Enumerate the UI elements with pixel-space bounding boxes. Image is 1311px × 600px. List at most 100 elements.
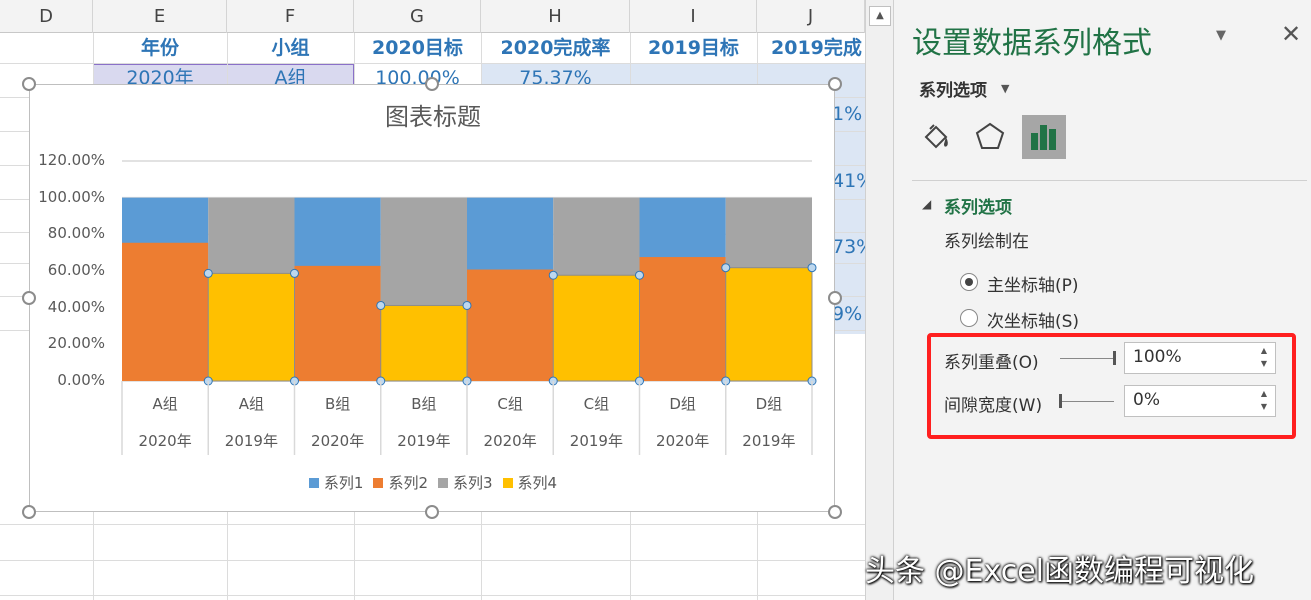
pentagon-icon [975,122,1005,149]
bar-系列2-2[interactable] [294,265,381,381]
bar-系列2-4[interactable] [467,269,554,381]
legend-item[interactable]: 系列1 [308,472,363,493]
x-category-label: B组 [324,395,351,413]
chart-object[interactable]: 图表标题 120.00% 100.00% 80.00% 60.00% 40.00% 20.… [29,84,835,512]
collapse-triangle-icon[interactable]: ◢ [922,197,931,211]
header-cell-2020-target[interactable]: 2020目标 [354,34,481,63]
x-year-label: 2019年 [397,432,451,450]
column-header-f[interactable]: F [227,0,354,33]
chart-legend[interactable]: 系列1 系列2 系列3 系列4 [30,472,836,493]
x-year-label: 2020年 [311,432,365,450]
radio-unchecked[interactable] [960,309,978,327]
series-options-menu[interactable]: 系列选项 [919,76,987,101]
gridline [0,524,865,525]
gridline [0,595,865,596]
x-year-label: 2019年 [742,432,796,450]
resize-handle[interactable] [22,505,36,519]
selection-handle[interactable] [290,268,299,278]
selection-handle[interactable] [548,270,558,280]
x-category-label: A组 [238,395,264,413]
radio-checked[interactable] [960,273,978,291]
section-title[interactable]: 系列选项 [944,193,1012,218]
x-year-label: 2019年 [569,432,623,450]
legend-swatch [502,478,513,488]
header-cell-year[interactable]: 年份 [93,34,227,63]
resize-handle[interactable] [22,77,36,91]
gridline [0,63,865,64]
legend-label: 系列2 [388,474,428,492]
selection-handle[interactable] [807,263,817,273]
gridline [0,560,865,561]
fill-line-tab[interactable] [914,115,958,159]
selection-handle[interactable] [635,270,644,280]
highlight-box [927,333,1296,439]
selection-handle[interactable] [462,300,472,310]
cell-2019-rate[interactable]: 1% [832,102,865,124]
bar-系列4-3[interactable] [380,304,468,382]
scroll-up-icon[interactable]: ▲ [869,6,891,26]
bar-系列2-0[interactable] [122,242,209,381]
column-header-e[interactable]: E [93,0,227,33]
bar-系列2-6[interactable] [639,257,726,381]
bar-系列4-5[interactable] [552,274,640,382]
pane-options-dropdown-icon[interactable]: ▼ [1216,28,1226,43]
legend-label: 系列3 [453,474,493,492]
bar-系列4-7[interactable] [725,267,813,382]
close-icon[interactable]: ✕ [1281,20,1301,48]
x-category-label: A组 [152,395,178,413]
x-year-label: 2020年 [483,432,537,450]
header-cell-2019-target[interactable]: 2019目标 [630,34,757,63]
header-cell-group[interactable]: 小组 [227,34,354,63]
column-header-i[interactable]: I [630,0,757,33]
header-cell-2019-rate[interactable]: 2019完成 [757,34,865,63]
cell-2019-rate[interactable]: 9% [832,302,865,324]
paint-bucket-icon [924,124,948,149]
plot-series-on-label: 系列绘制在 [944,232,1029,252]
chevron-down-icon[interactable]: ▼ [1001,82,1009,95]
watermark: 头条 @Excel函数编程可视化 [865,554,1255,589]
resize-handle[interactable] [22,291,36,305]
format-data-series-pane: 设置数据系列格式 ▼ ✕ 系列选项 ▼ ◢ 系列选项 系列绘制在 主坐标轴(P)… [893,0,1311,600]
x-year-label: 2020年 [138,432,192,450]
column-header-h[interactable]: H [481,0,630,33]
selection-handle[interactable] [721,263,731,273]
column-header-d[interactable]: D [0,0,93,33]
selection-handle[interactable] [203,268,213,278]
legend-label: 系列4 [517,474,558,492]
effects-tab[interactable] [968,115,1012,159]
excel-window: D E F G H I J 年份 小组 2020目标 2020完成率 2019目… [0,0,1311,600]
x-category-label: D组 [669,395,696,413]
worksheet[interactable]: D E F G H I J 年份 小组 2020目标 2020完成率 2019目… [0,0,865,600]
bar-系列4-1[interactable] [207,272,295,382]
x-category-label: C组 [497,395,523,413]
pane-title: 设置数据系列格式 [912,26,1152,61]
legend-swatch [373,478,384,488]
column-header-g[interactable]: G [354,0,481,33]
primary-axis-label: 主坐标轴(P) [987,276,1079,296]
legend-swatch [308,478,319,488]
legend-swatch [438,478,448,488]
resize-handle[interactable] [828,291,842,305]
column-header-row: D E F G H I J [0,0,865,33]
x-year-label: 2019年 [224,432,278,450]
resize-handle[interactable] [425,77,439,91]
cell-2019-rate[interactable]: 73% [832,235,865,257]
cell-fill [630,64,757,86]
legend-item[interactable]: 系列2 [373,472,428,493]
vertical-scrollbar[interactable]: ▲ [865,0,893,600]
column-header-j[interactable]: J [757,0,865,33]
header-cell-2020-rate[interactable]: 2020完成率 [481,34,630,63]
legend-item[interactable]: 系列4 [502,472,558,493]
selection-handle[interactable] [376,300,386,310]
resize-handle[interactable] [828,505,842,519]
legend-item[interactable]: 系列3 [438,472,493,493]
cell-2019-rate[interactable]: 41% [832,169,865,191]
x-year-label: 2020年 [656,432,710,450]
series-options-tab[interactable] [1022,115,1066,159]
resize-handle[interactable] [828,77,842,91]
x-category-label: C组 [583,395,610,413]
x-category-label: B组 [411,395,437,413]
resize-handle[interactable] [425,505,439,519]
secondary-axis-label: 次坐标轴(S) [987,312,1080,332]
x-category-label: D组 [755,395,783,413]
